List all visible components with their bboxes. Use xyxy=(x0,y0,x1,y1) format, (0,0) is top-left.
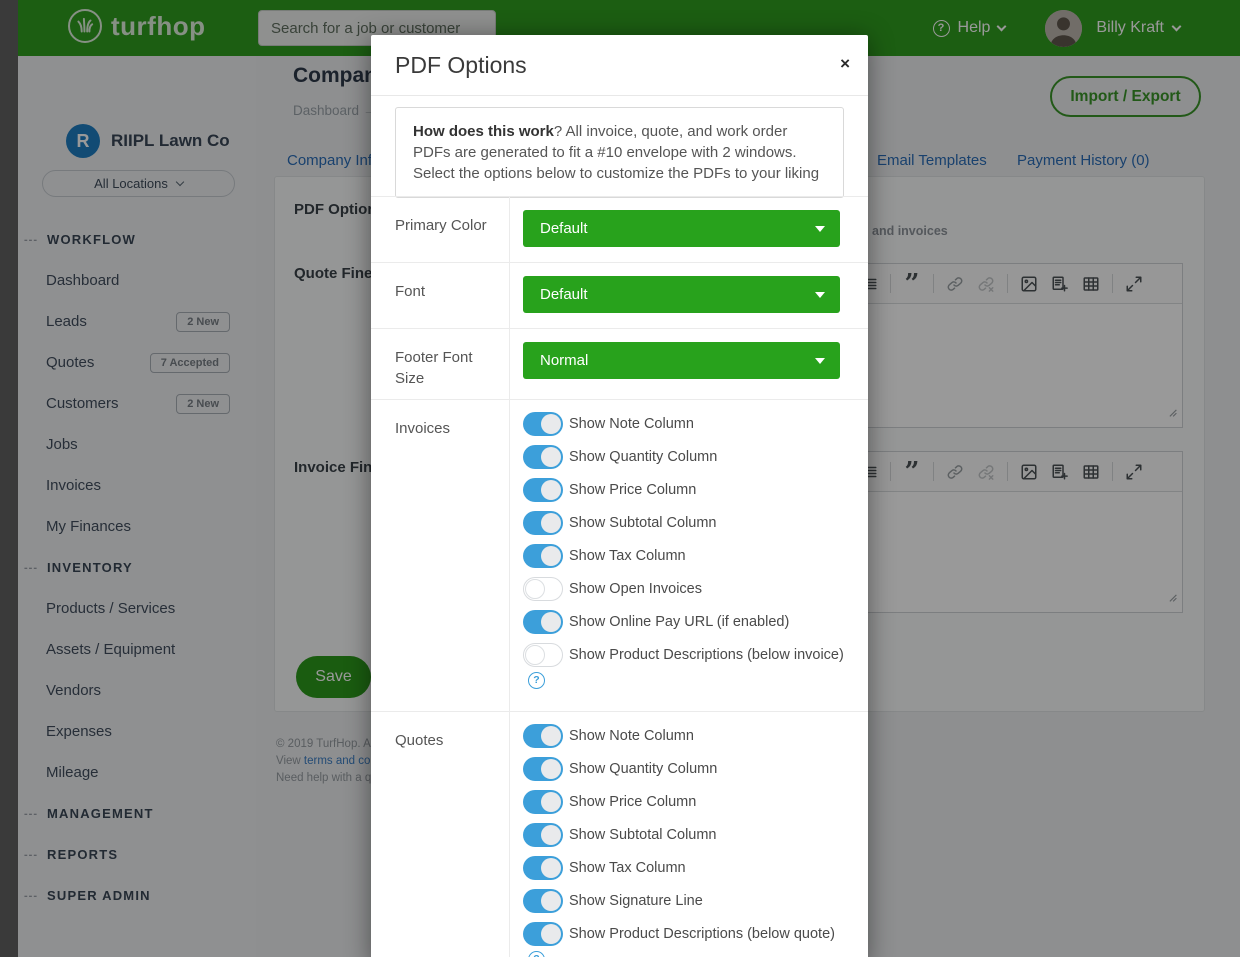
toggle-row: Show Price Column xyxy=(523,790,853,815)
toggle-show-subtotal-column[interactable] xyxy=(523,511,563,535)
toggle-label: Show Subtotal Column xyxy=(569,515,717,531)
toggle-label: Show Quantity Column xyxy=(569,761,717,777)
footer-font-size-row: Footer Font Size Normal xyxy=(371,328,868,399)
help-icon[interactable]: ? xyxy=(528,951,545,957)
app: turfhop ? Help Billy Kraft R RIIPL Lawn … xyxy=(0,0,1240,957)
modal-title: PDF Options xyxy=(395,52,527,79)
toggle-knob xyxy=(541,825,561,845)
toggle-show-tax-column[interactable] xyxy=(523,544,563,568)
toggle-row: Show Online Pay URL (if enabled) xyxy=(523,610,853,635)
toggle-knob xyxy=(541,792,561,812)
font-select[interactable]: Default xyxy=(523,276,840,313)
toggle-knob xyxy=(541,858,561,878)
toggle-row: Show Open Invoices xyxy=(523,577,853,602)
toggle-show-open-invoices[interactable] xyxy=(523,577,563,601)
toggle-knob xyxy=(541,513,561,533)
toggle-label: Show Price Column xyxy=(569,794,696,810)
toggle-show-tax-column[interactable] xyxy=(523,856,563,880)
help-icon[interactable]: ? xyxy=(528,672,545,689)
toggle-row: Show Quantity Column xyxy=(523,445,853,470)
toggle-row: Show Tax Column xyxy=(523,856,853,881)
toggle-row: Show Tax Column xyxy=(523,544,853,569)
toggle-label: Show Subtotal Column xyxy=(569,827,717,843)
toggle-show-signature-line[interactable] xyxy=(523,889,563,913)
footer-font-size-select[interactable]: Normal xyxy=(523,342,840,379)
caret-down-icon xyxy=(815,226,825,232)
quotes-row: Quotes Show Note Column Show Quantity Col… xyxy=(371,711,868,957)
toggle-row: Show Signature Line xyxy=(523,889,853,914)
toggle-knob xyxy=(541,480,561,500)
invoices-row: Invoices Show Note Column Show Quantity C… xyxy=(371,399,868,711)
modal-header: PDF Options × xyxy=(371,35,868,96)
font-value: Default xyxy=(540,286,588,303)
font-row: Font Default xyxy=(371,262,868,328)
toggle-show-note-column[interactable] xyxy=(523,724,563,748)
pdf-options-modal: PDF Options × How does this work? All in… xyxy=(371,35,868,957)
quotes-label: Quotes xyxy=(371,712,510,957)
toggle-row: Show Note Column xyxy=(523,412,853,437)
toggle-knob xyxy=(541,447,561,467)
toggle-show-price-column[interactable] xyxy=(523,478,563,502)
primary-color-value: Default xyxy=(540,220,588,237)
toggle-label: Show Online Pay URL (if enabled) xyxy=(569,614,789,630)
toggle-label: Show Signature Line xyxy=(569,893,703,909)
primary-color-select[interactable]: Default xyxy=(523,210,840,247)
toggle-knob xyxy=(541,414,561,434)
toggle-label: Show Note Column xyxy=(569,416,694,432)
caret-down-icon xyxy=(815,358,825,364)
toggle-knob xyxy=(541,891,561,911)
toggle-knob xyxy=(541,726,561,746)
close-icon[interactable]: × xyxy=(840,55,850,72)
toggle-show-quantity-column[interactable] xyxy=(523,757,563,781)
toggle-show-price-column[interactable] xyxy=(523,790,563,814)
toggle-knob xyxy=(541,612,561,632)
caret-down-icon xyxy=(815,292,825,298)
toggle-knob xyxy=(525,579,545,599)
toggle-label: Show Note Column xyxy=(569,728,694,744)
toggle-show-subtotal-column[interactable] xyxy=(523,823,563,847)
toggle-knob xyxy=(541,759,561,779)
toggle-show-note-column[interactable] xyxy=(523,412,563,436)
footer-font-size-label: Footer Font Size xyxy=(371,329,510,399)
toggle-knob xyxy=(541,924,561,944)
modal-intro: How does this work? All invoice, quote, … xyxy=(395,107,844,198)
toggle-label: Show Open Invoices xyxy=(569,581,702,597)
toggle-row: Show Subtotal Column xyxy=(523,823,853,848)
toggle-show-product-descriptions-below-invoice[interactable] xyxy=(523,643,563,667)
toggle-row: Show Product Descriptions (below quote)? xyxy=(523,922,853,957)
invoices-label: Invoices xyxy=(371,400,510,711)
toggle-row: Show Price Column xyxy=(523,478,853,503)
toggle-row: Show Note Column xyxy=(523,724,853,749)
toggle-knob xyxy=(541,546,561,566)
primary-color-row: Primary Color Default xyxy=(371,196,868,262)
toggle-show-online-pay-url-if-enabled[interactable] xyxy=(523,610,563,634)
toggle-label: Show Product Descriptions (below quote) xyxy=(569,926,835,942)
toggle-label: Show Tax Column xyxy=(569,860,686,876)
toggle-label: Show Price Column xyxy=(569,482,696,498)
toggle-label: Show Quantity Column xyxy=(569,449,717,465)
toggle-row: Show Subtotal Column xyxy=(523,511,853,536)
toggle-knob xyxy=(525,645,545,665)
toggle-label: Show Tax Column xyxy=(569,548,686,564)
modal-settings: Primary Color Default Font Default xyxy=(371,196,868,957)
intro-bold: How does this work xyxy=(413,123,554,140)
toggle-row: Show Quantity Column xyxy=(523,757,853,782)
font-label: Font xyxy=(371,263,510,328)
toggle-show-product-descriptions-below-quote[interactable] xyxy=(523,922,563,946)
toggle-row: Show Product Descriptions (below invoice… xyxy=(523,643,853,693)
toggle-label: Show Product Descriptions (below invoice… xyxy=(569,647,844,663)
footer-font-size-value: Normal xyxy=(540,352,588,369)
toggle-show-quantity-column[interactable] xyxy=(523,445,563,469)
primary-color-label: Primary Color xyxy=(371,197,510,262)
